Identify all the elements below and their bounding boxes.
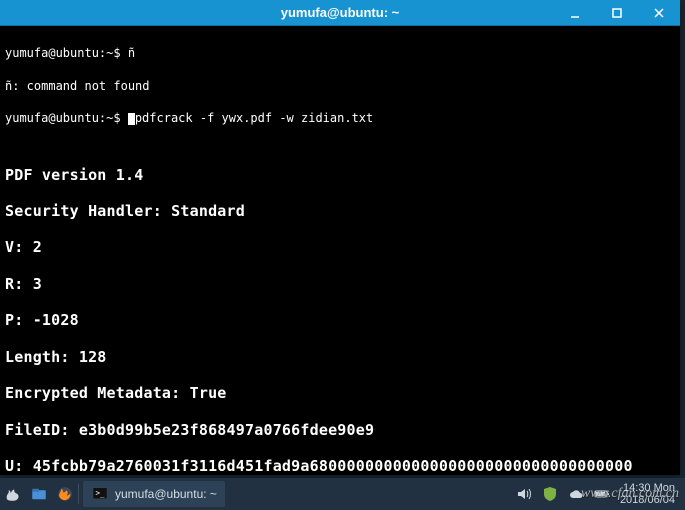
output-line: V: 2 [5,237,675,257]
svg-text:>_: >_ [96,489,106,498]
maximize-icon [611,7,623,19]
taskbar-app-label: yumufa@ubuntu: ~ [115,487,217,501]
spacer [5,142,675,148]
terminal-icon: >_ [91,485,109,503]
start-menu-button[interactable] [4,485,22,503]
taskbar-windows: >_ yumufa@ubuntu: ~ [83,481,516,507]
shell-prompt: yumufa@ubuntu:~$ [5,111,128,125]
shell-command: pdfcrack -f ywx.pdf -w zidian.txt [135,111,373,125]
output-line: Length: 128 [5,347,675,367]
taskbar-launchers [4,485,74,503]
minimize-icon [569,7,581,19]
cursor-icon [128,113,135,125]
file-manager-icon [30,485,48,503]
taskbar-app-terminal[interactable]: >_ yumufa@ubuntu: ~ [83,481,225,507]
output-line: PDF version 1.4 [5,165,675,185]
system-tray: 14:30 Mon 2018/06/04 [516,482,681,506]
titlebar[interactable]: yumufa@ubuntu: ~ [0,0,680,26]
xfce-mouse-icon [4,485,22,503]
shell-command: ñ [128,46,135,60]
window-title: yumufa@ubuntu: ~ [281,5,399,20]
output-line: Encrypted Metadata: True [5,383,675,403]
cloud-icon [568,486,584,502]
terminal-window: yumufa@ubuntu: ~ yumufa@ubuntu:~$ ñ ñ: c… [0,0,680,475]
browser-button[interactable] [56,485,74,503]
firefox-icon [56,485,74,503]
close-button[interactable] [638,0,680,25]
output-line: U: 45fcbb79a2760031f3116d451fad9a6800000… [5,456,675,475]
window-controls [554,0,680,25]
file-manager-button[interactable] [30,485,48,503]
output-line: P: -1028 [5,310,675,330]
terminal-line: yumufa@ubuntu:~$ ñ [5,45,675,61]
clock-time: 14:30 Mon [620,482,675,494]
battery-button[interactable] [594,486,610,502]
terminal-line: ñ: command not found [5,78,675,94]
clock-date: 2018/06/04 [620,494,675,506]
battery-icon [594,486,610,502]
shell-error: ñ: command not found [5,79,150,93]
network-button[interactable] [568,486,584,502]
output-line: Security Handler: Standard [5,201,675,221]
terminal-body[interactable]: yumufa@ubuntu:~$ ñ ñ: command not found … [0,26,680,475]
volume-icon [516,486,532,502]
close-icon [653,7,665,19]
minimize-button[interactable] [554,0,596,25]
taskbar-separator [78,484,79,504]
shield-icon [542,486,558,502]
terminal-line: yumufa@ubuntu:~$ pdfcrack -f ywx.pdf -w … [5,110,675,126]
output-line: FileID: e3b0d99b5e23f868497a0766fdee90e9 [5,420,675,440]
update-button[interactable] [542,486,558,502]
maximize-button[interactable] [596,0,638,25]
taskbar: >_ yumufa@ubuntu: ~ 14:30 Mon 2018/06/04 [0,478,685,510]
volume-button[interactable] [516,486,532,502]
clock[interactable]: 14:30 Mon 2018/06/04 [620,482,675,506]
shell-prompt: yumufa@ubuntu:~$ [5,46,128,60]
output-line: R: 3 [5,274,675,294]
